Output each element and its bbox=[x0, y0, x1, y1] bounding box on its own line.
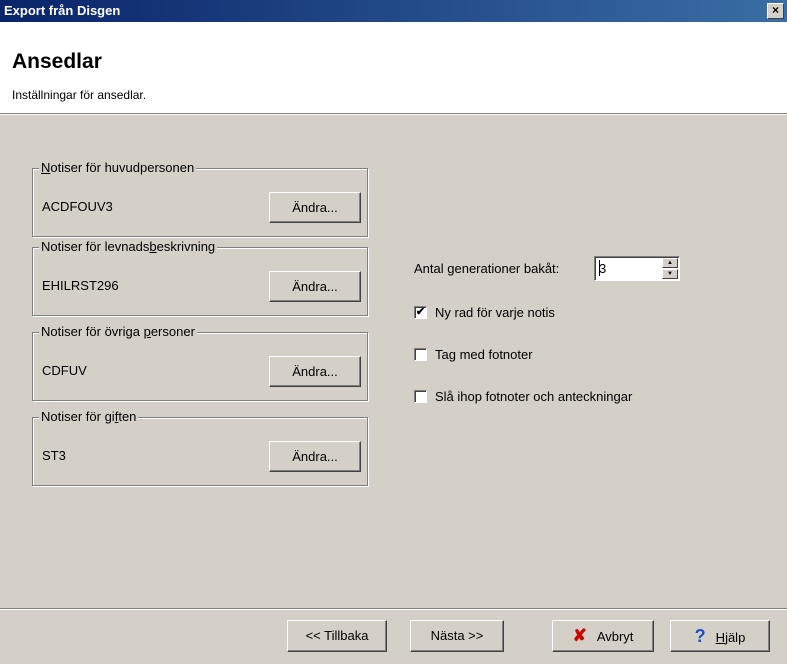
change-main-person-button[interactable]: Ändra... bbox=[269, 192, 361, 223]
header-divider bbox=[0, 114, 787, 115]
wizard-header: Ansedlar Inställningar för ansedlar. bbox=[0, 22, 787, 114]
notes-value: CDFUV bbox=[42, 363, 87, 378]
spinner-down-arrow-icon[interactable]: ▼ bbox=[662, 269, 678, 279]
notes-value: ST3 bbox=[42, 448, 66, 463]
window-title: Export från Disgen bbox=[4, 3, 121, 18]
window-titlebar: Export från Disgen × bbox=[0, 0, 787, 22]
text-caret bbox=[599, 260, 600, 276]
page-subtitle: Inställningar för ansedlar. bbox=[12, 88, 147, 102]
group-legend: Notiser för levnadsbeskrivning bbox=[39, 239, 218, 255]
close-icon: × bbox=[771, 3, 779, 17]
checkbox-label: Ny rad för varje notis bbox=[435, 304, 555, 320]
group-legend: Notiser för giften bbox=[39, 409, 139, 425]
help-button[interactable]: ? Hjälp bbox=[670, 620, 770, 652]
checkbox-icon[interactable] bbox=[414, 347, 427, 361]
checkbox-new-line-per-note[interactable]: ✔ Ny rad för varje notis bbox=[414, 303, 555, 321]
checkbox-label: Tag med fotnoter bbox=[435, 346, 533, 362]
help-label: Hjälp bbox=[715, 630, 746, 645]
checkbox-include-footnotes[interactable]: Tag med fotnoter bbox=[414, 345, 533, 363]
notes-value: EHILRST296 bbox=[42, 278, 119, 293]
cancel-x-icon: ✘ bbox=[572, 626, 587, 645]
spinner-buttons: ▲ ▼ bbox=[662, 258, 678, 279]
checkbox-merge-footnotes[interactable]: Slå ihop fotnoter och anteckningar bbox=[414, 387, 632, 405]
checkbox-checked-icon[interactable]: ✔ bbox=[414, 305, 427, 319]
change-biography-button[interactable]: Ändra... bbox=[269, 271, 361, 302]
group-main-person: Notiser för huvudpersonen ACDFOUV3 Ändra… bbox=[32, 160, 368, 237]
close-button[interactable]: × bbox=[767, 3, 784, 19]
next-button[interactable]: Nästa >> bbox=[410, 620, 504, 652]
help-question-icon: ? bbox=[694, 626, 706, 646]
cancel-label: Avbryt bbox=[596, 629, 634, 644]
change-other-persons-button[interactable]: Ändra... bbox=[269, 356, 361, 387]
group-legend: Notiser för övriga personer bbox=[39, 324, 197, 340]
group-legend: Notiser för huvudpersonen bbox=[39, 160, 197, 176]
cancel-button[interactable]: ✘ Avbryt bbox=[552, 620, 654, 652]
page-title: Ansedlar bbox=[12, 50, 102, 73]
spinner-up-arrow-icon[interactable]: ▲ bbox=[662, 258, 678, 268]
change-marriage-button[interactable]: Ändra... bbox=[269, 441, 361, 472]
group-other-persons: Notiser för övriga personer CDFUV Ändra.… bbox=[32, 324, 368, 401]
group-biography: Notiser för levnadsbeskrivning EHILRST29… bbox=[32, 239, 368, 316]
generations-value[interactable]: 3 bbox=[599, 261, 606, 276]
footer-divider-highlight bbox=[0, 609, 787, 610]
group-marriage: Notiser för giften ST3 Ändra... bbox=[32, 409, 368, 486]
back-button[interactable]: << Tillbaka bbox=[287, 620, 387, 652]
generations-label: Antal generationer bakåt: bbox=[414, 261, 560, 276]
checkbox-label: Slå ihop fotnoter och anteckningar bbox=[435, 388, 633, 404]
notes-value: ACDFOUV3 bbox=[42, 199, 113, 214]
checkbox-icon[interactable] bbox=[414, 389, 427, 403]
generations-spinner[interactable]: 3 ▲ ▼ bbox=[594, 256, 680, 281]
